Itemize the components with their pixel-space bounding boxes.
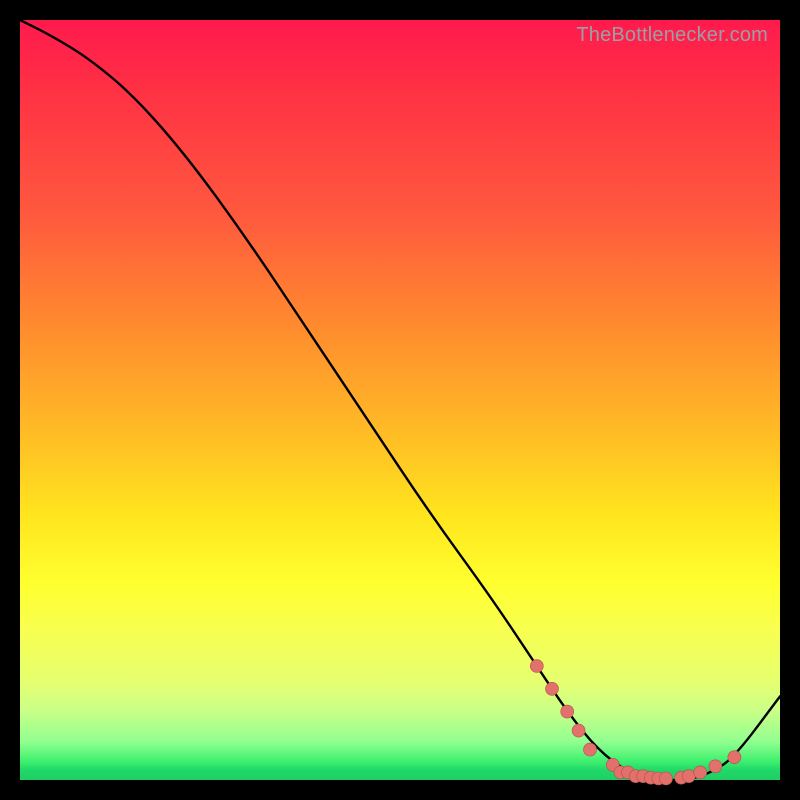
data-point	[682, 770, 695, 783]
data-point	[709, 760, 722, 773]
data-point	[660, 772, 673, 785]
data-point	[561, 705, 574, 718]
chart-frame: TheBottlenecker.com	[0, 0, 800, 800]
bottleneck-curve	[20, 20, 780, 780]
data-point	[572, 724, 585, 737]
chart-svg	[20, 20, 780, 780]
data-point	[546, 682, 559, 695]
chart-plot-area: TheBottlenecker.com	[20, 20, 780, 780]
data-point	[728, 751, 741, 764]
data-point	[584, 743, 597, 756]
data-point	[694, 766, 707, 779]
data-points-group	[530, 660, 741, 786]
data-point	[530, 660, 543, 673]
